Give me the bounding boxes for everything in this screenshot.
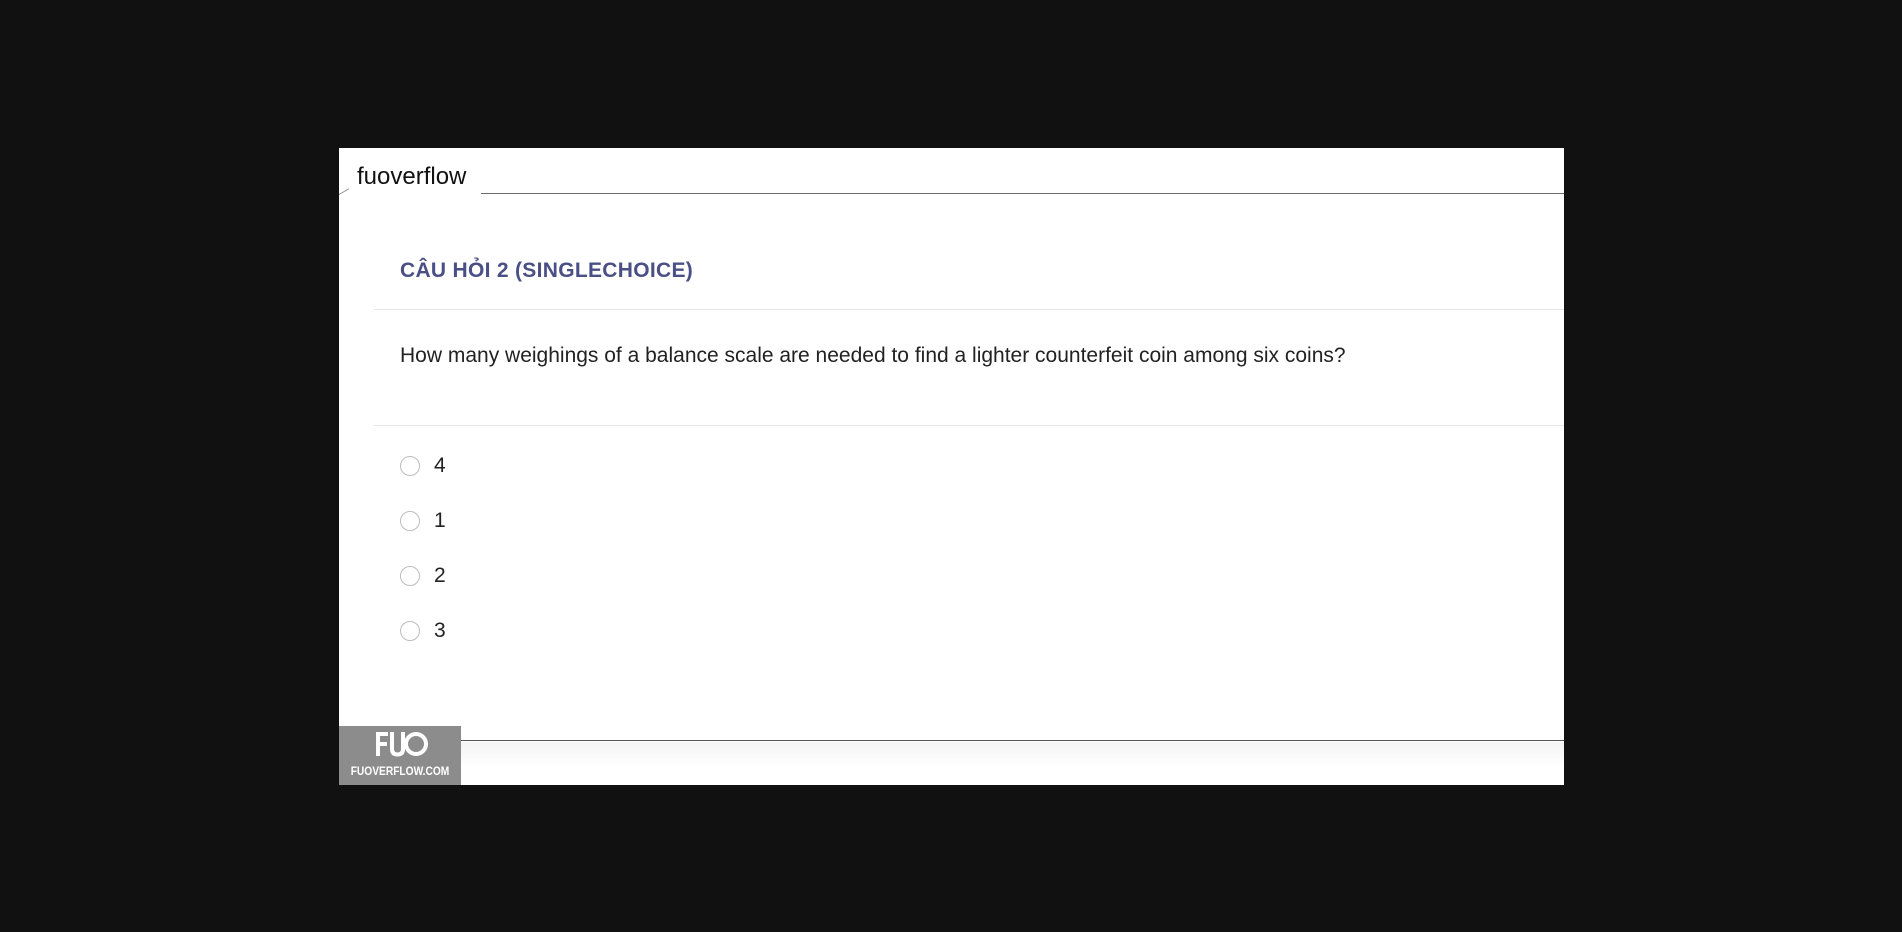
answer-option[interactable]: 2 xyxy=(400,564,446,588)
question-text: How many weighings of a balance scale ar… xyxy=(400,344,1346,367)
answer-option[interactable]: 3 xyxy=(400,619,446,643)
radio-button[interactable] xyxy=(400,621,420,641)
corner-decoration xyxy=(339,188,349,205)
watermark-text: FUOVERFLOW.COM xyxy=(350,764,450,778)
answer-option[interactable]: 4 xyxy=(400,454,446,478)
radio-button[interactable] xyxy=(400,566,420,586)
site-title: fuoverflow xyxy=(357,162,481,192)
question-divider xyxy=(374,425,1564,426)
bottom-divider xyxy=(353,740,1564,741)
answer-options: 4 1 2 3 xyxy=(400,454,446,674)
top-divider xyxy=(481,193,1564,194)
answer-option[interactable]: 1 xyxy=(400,509,446,533)
screen: fuoverflow CÂU HỎI 2 (SINGLECHOICE) How … xyxy=(0,0,1902,932)
watermark-logo: FUOVERFLOW.COM xyxy=(339,726,461,785)
answer-option-label[interactable]: 1 xyxy=(434,509,446,533)
bottom-shadow xyxy=(339,742,1564,785)
radio-button[interactable] xyxy=(400,511,420,531)
question-header: CÂU HỎI 2 (SINGLECHOICE) xyxy=(400,259,694,282)
radio-button[interactable] xyxy=(400,456,420,476)
question-panel: fuoverflow CÂU HỎI 2 (SINGLECHOICE) How … xyxy=(339,148,1564,785)
answer-option-label[interactable]: 4 xyxy=(434,454,446,478)
header-divider xyxy=(374,309,1564,310)
answer-option-label[interactable]: 3 xyxy=(434,619,446,643)
fuo-logo-icon xyxy=(376,732,428,757)
answer-option-label[interactable]: 2 xyxy=(434,564,446,588)
